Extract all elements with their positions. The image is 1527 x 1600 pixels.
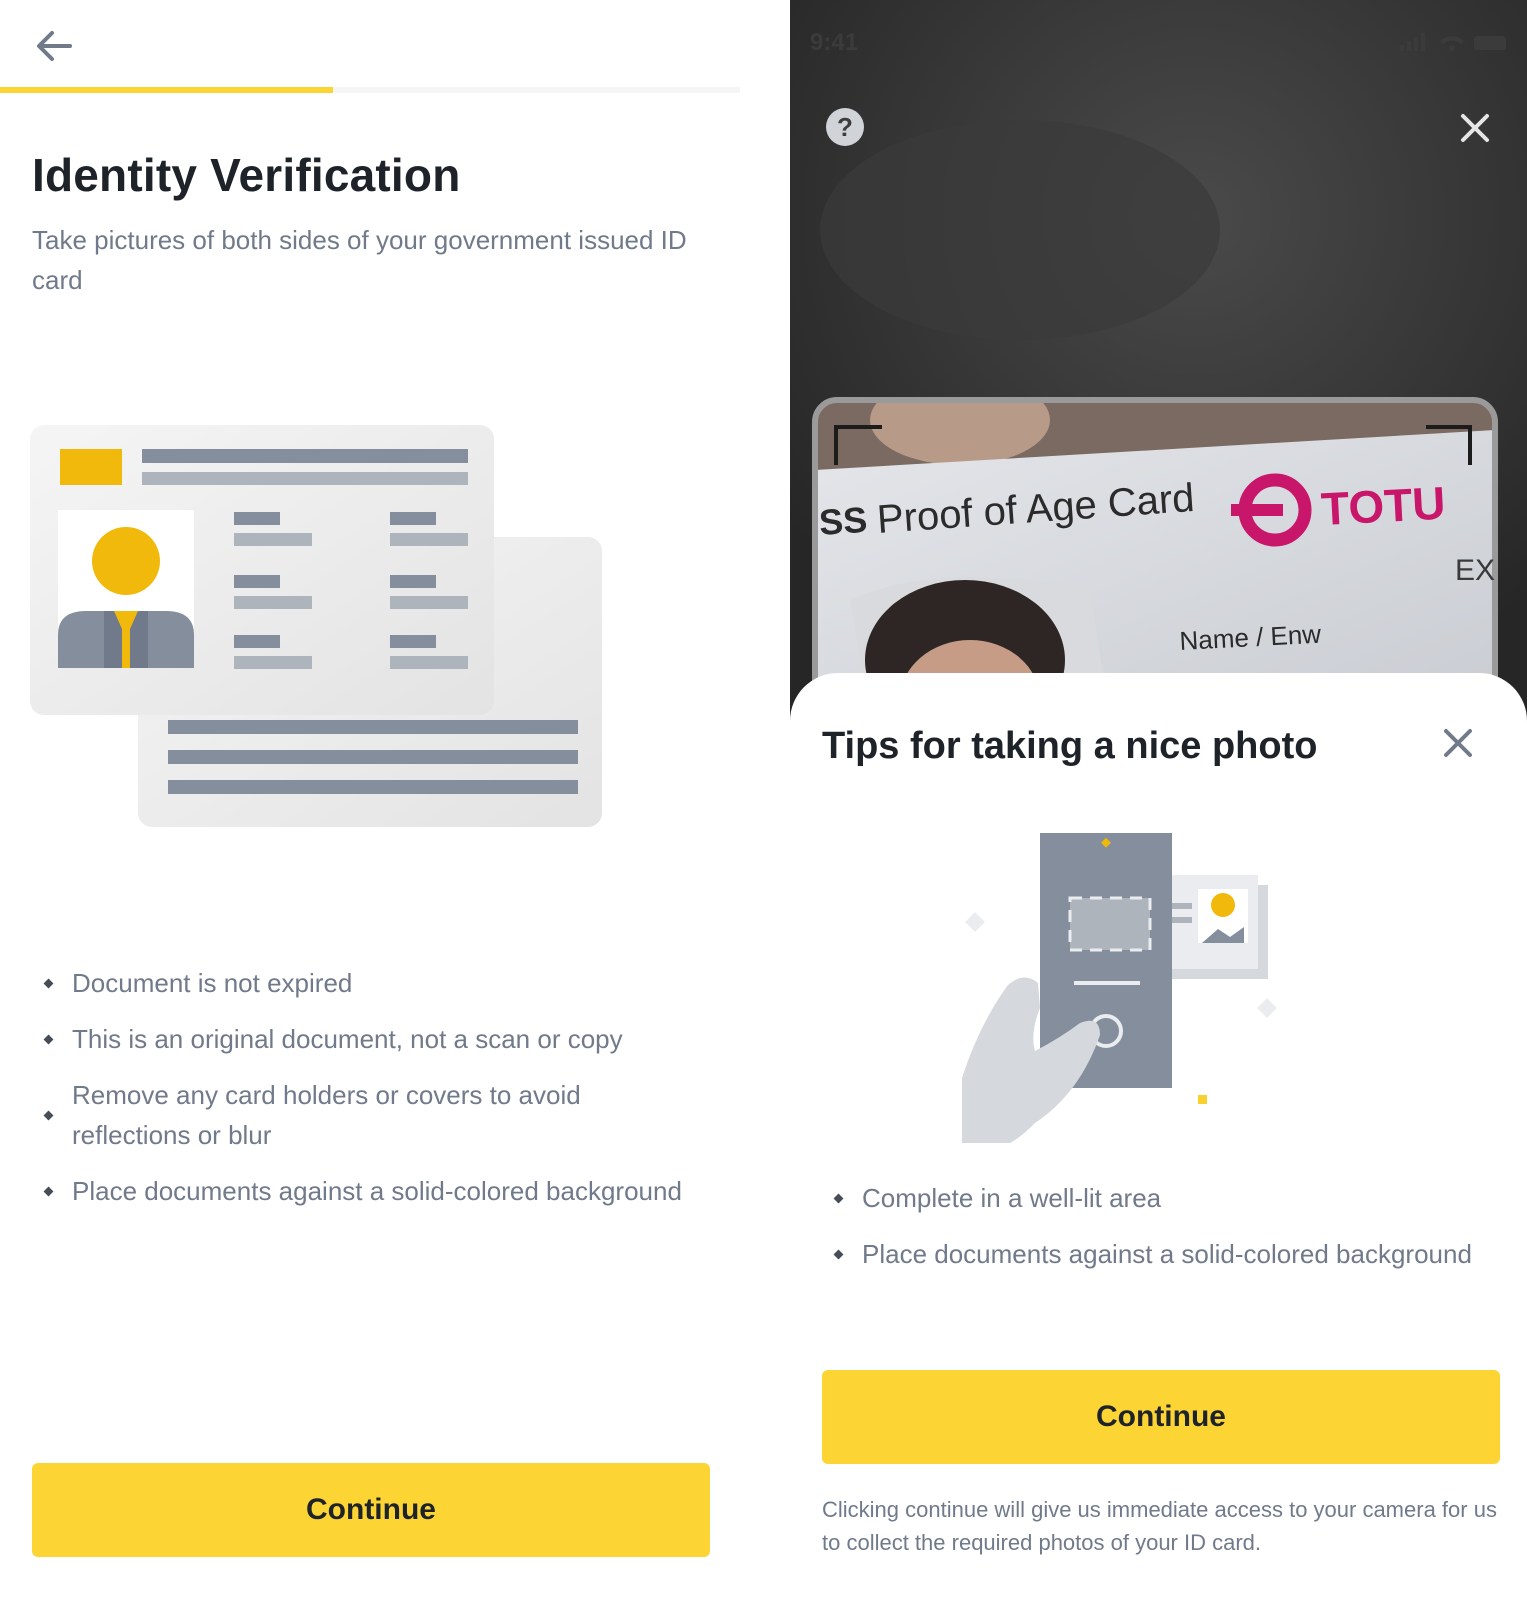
battery-icon: [1400, 33, 1506, 51]
continue-button[interactable]: Continue: [822, 1370, 1500, 1464]
list-item: Remove any card holders or covers to avo…: [40, 1075, 700, 1155]
status-time: 9:41: [810, 29, 859, 56]
tips-list: Complete in a well-lit area Place documen…: [830, 1178, 1480, 1290]
list-item-text: Remove any card holders or covers to avo…: [72, 1080, 581, 1150]
list-item-text: Place documents against a solid-colored …: [72, 1176, 682, 1206]
page-subtitle: Take pictures of both sides of your gove…: [32, 225, 687, 295]
bullet-diamond-icon: [40, 1110, 56, 1120]
photo-tips-illustration: [962, 833, 1277, 1143]
list-item: Complete in a well-lit area: [830, 1178, 1480, 1218]
tips-bottom-sheet: Tips for taking a nice photo Complete in…: [790, 673, 1527, 1600]
bullet-diamond-icon: [830, 1249, 846, 1259]
close-sheet-button[interactable]: [1440, 725, 1476, 761]
list-item-text: Place documents against a solid-colored …: [862, 1239, 1472, 1269]
back-button[interactable]: [30, 22, 82, 70]
list-item: Document is not expired: [40, 963, 700, 1003]
requirements-list: Document is not expired This is an origin…: [40, 963, 700, 1227]
close-icon: [1461, 114, 1489, 142]
list-item-text: Complete in a well-lit area: [862, 1183, 1162, 1213]
bullet-diamond-icon: [40, 1034, 56, 1044]
page-title: Identity Verification: [32, 149, 461, 201]
sheet-title: Tips for taking a nice photo: [822, 725, 1318, 767]
card-expiry-text: EX: [1455, 554, 1495, 587]
card-brand-text: TOTU: [1320, 477, 1447, 535]
progress-bar: [0, 87, 740, 93]
close-icon: [1444, 729, 1472, 757]
list-item-text: This is an original document, not a scan…: [72, 1024, 623, 1054]
progress-bar-fill: [0, 87, 333, 93]
close-camera-button[interactable]: [1455, 108, 1495, 148]
identity-verification-screen: Identity Verification Take pictures of b…: [0, 0, 740, 1600]
question-mark-icon: ?: [837, 111, 853, 142]
continue-button[interactable]: Continue: [32, 1463, 710, 1557]
arrow-left-icon: [37, 31, 72, 61]
camera-viewfinder: SS Proof of Age Card TOTU EX Name / Enw: [790, 0, 1527, 720]
list-item: Place documents against a solid-colored …: [40, 1171, 700, 1211]
help-button[interactable]: ?: [826, 108, 864, 146]
list-item: Place documents against a solid-colored …: [830, 1234, 1480, 1274]
list-item-text: Document is not expired: [72, 968, 353, 998]
camera-access-note: Clicking continue will give us immediate…: [822, 1497, 1497, 1555]
camera-tips-screen: SS Proof of Age Card TOTU EX Name / Enw …: [790, 0, 1527, 1600]
bullet-diamond-icon: [40, 1186, 56, 1196]
bullet-diamond-icon: [40, 978, 56, 988]
bullet-diamond-icon: [830, 1193, 846, 1203]
status-bar: 9:41: [810, 28, 1510, 58]
card-prefix-text: SS: [818, 499, 869, 543]
id-card-illustration: [30, 425, 602, 827]
list-item: This is an original document, not a scan…: [40, 1019, 700, 1059]
